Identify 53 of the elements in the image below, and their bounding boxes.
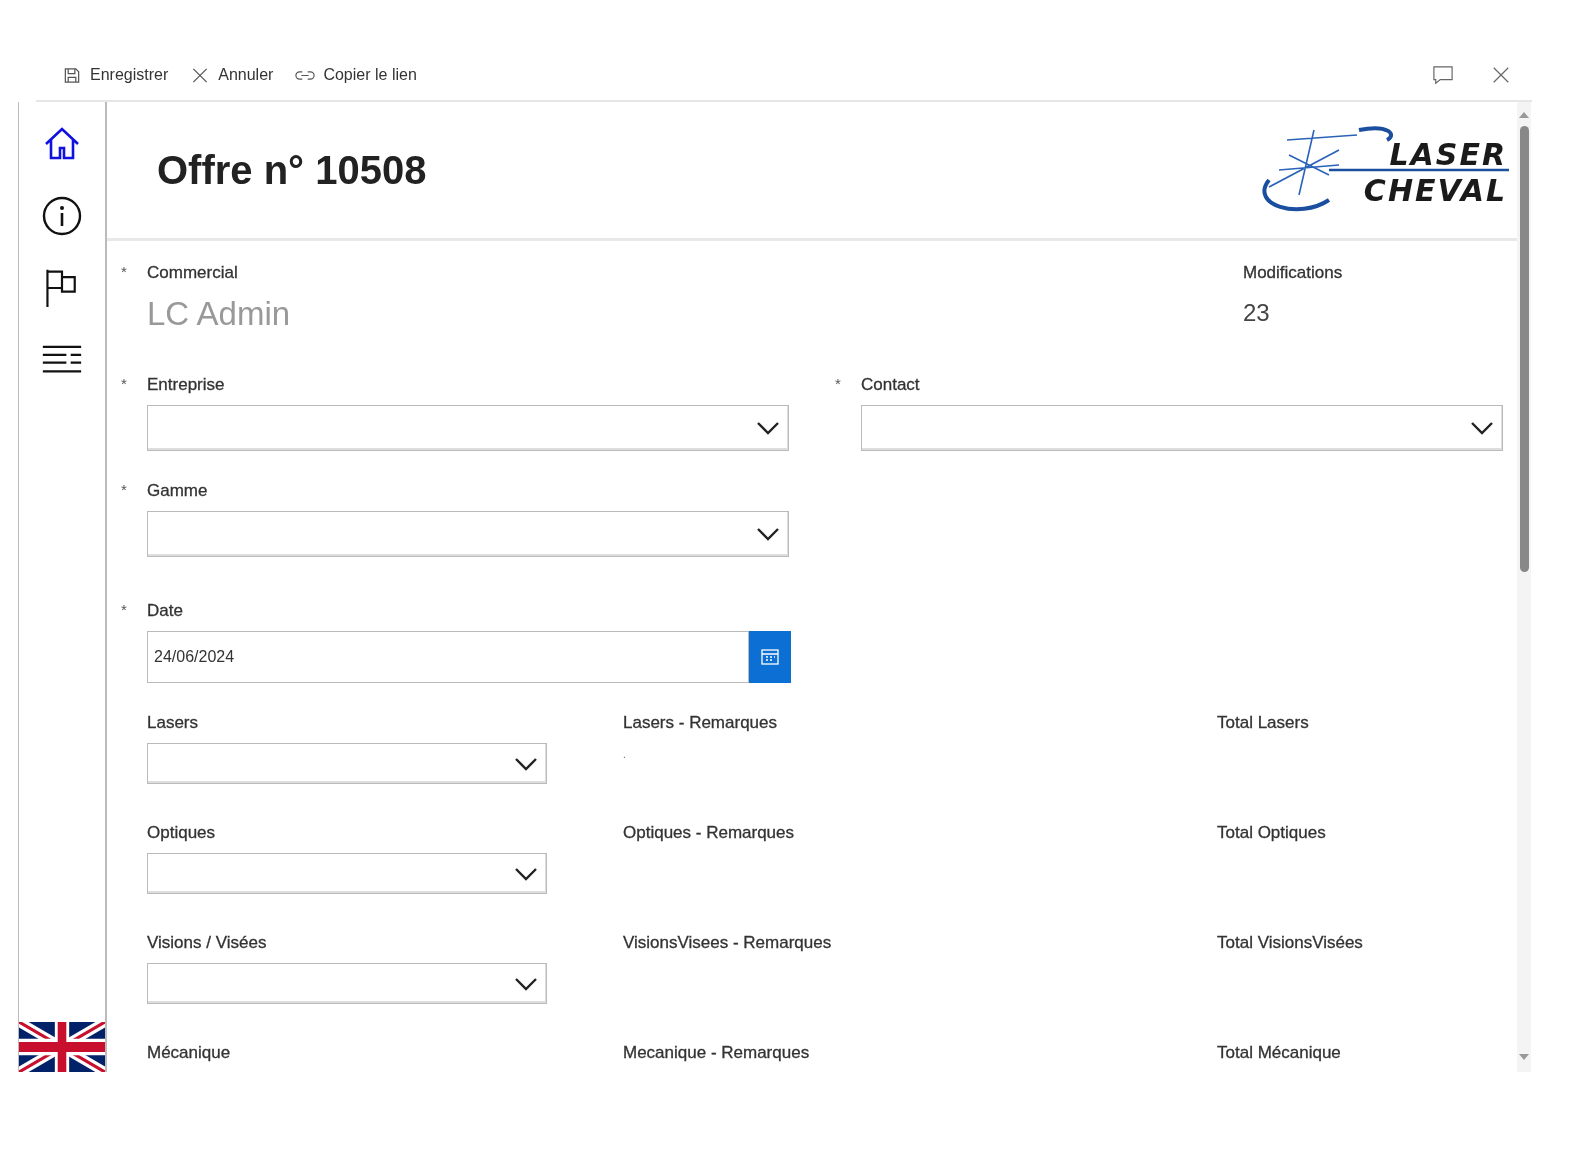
required-marker: * — [835, 375, 841, 392]
field-label: Entreprise — [147, 375, 225, 395]
dropdown-field[interactable] — [147, 963, 547, 1004]
field-label: Total Optiques — [1217, 823, 1326, 843]
date-input[interactable]: 24/06/2024 — [147, 631, 749, 683]
save-icon — [62, 65, 82, 85]
chevron-down-icon — [514, 866, 538, 881]
dropdown-field[interactable] — [147, 511, 789, 557]
chevron-down-icon — [756, 527, 780, 541]
scroll-down-icon[interactable] — [1519, 1054, 1529, 1060]
toolbar-button[interactable]: Annuler — [188, 63, 276, 87]
language-flag-icon[interactable] — [19, 1022, 105, 1072]
comment-icon[interactable] — [1432, 65, 1454, 85]
required-marker: * — [121, 263, 127, 280]
chevron-down-icon — [756, 421, 780, 435]
field-label: Date — [147, 601, 183, 621]
toolbar-button[interactable]: Enregistrer — [60, 63, 171, 87]
field-value: LC Admin — [147, 295, 292, 333]
chevron-down-icon — [514, 756, 538, 771]
page-title: Offre n° 10508 — [157, 147, 427, 193]
field-label: Modifications — [1243, 263, 1343, 283]
dropdown-field[interactable] — [147, 405, 789, 451]
field-value: 23 — [1243, 299, 1271, 327]
field-label: Total VisionsVisées — [1217, 933, 1363, 953]
required-marker: * — [121, 601, 127, 618]
calendar-icon — [760, 647, 780, 667]
field-label: Mécanique — [147, 1043, 231, 1063]
dropdown-field[interactable] — [861, 405, 1503, 451]
field-label: Total Mécanique — [1217, 1043, 1341, 1063]
calendar-button[interactable] — [749, 631, 791, 683]
company-logo: LASER CHEVAL — [1259, 125, 1509, 215]
field-label: Lasers - Remarques — [623, 713, 777, 733]
field-label: Contact — [861, 375, 920, 395]
required-marker: * — [121, 481, 127, 498]
field-label: Optiques — [147, 823, 216, 843]
field-label: Optiques - Remarques — [623, 823, 795, 843]
scrollbar-thumb[interactable] — [1519, 126, 1529, 572]
field-label: Lasers — [147, 713, 199, 733]
field-label: Mecanique - Remarques — [623, 1043, 810, 1063]
dropdown-field[interactable] — [147, 743, 547, 784]
chevron-down-icon — [1470, 421, 1494, 435]
field-value: . — [623, 749, 627, 760]
field-label: Gamme — [147, 481, 208, 501]
chevron-down-icon — [514, 976, 538, 991]
field-label: Commercial — [147, 263, 238, 283]
field-label: Total Lasers — [1217, 713, 1309, 733]
required-marker: * — [121, 375, 127, 392]
toolbar-button[interactable]: Copier le lien — [293, 63, 419, 87]
field-label: Visions / Visées — [147, 933, 267, 953]
info-icon[interactable] — [42, 196, 82, 236]
dropdown-field[interactable] — [147, 853, 547, 894]
field-label: VisionsVisees - Remarques — [623, 933, 832, 953]
scroll-up-icon[interactable] — [1519, 112, 1529, 118]
